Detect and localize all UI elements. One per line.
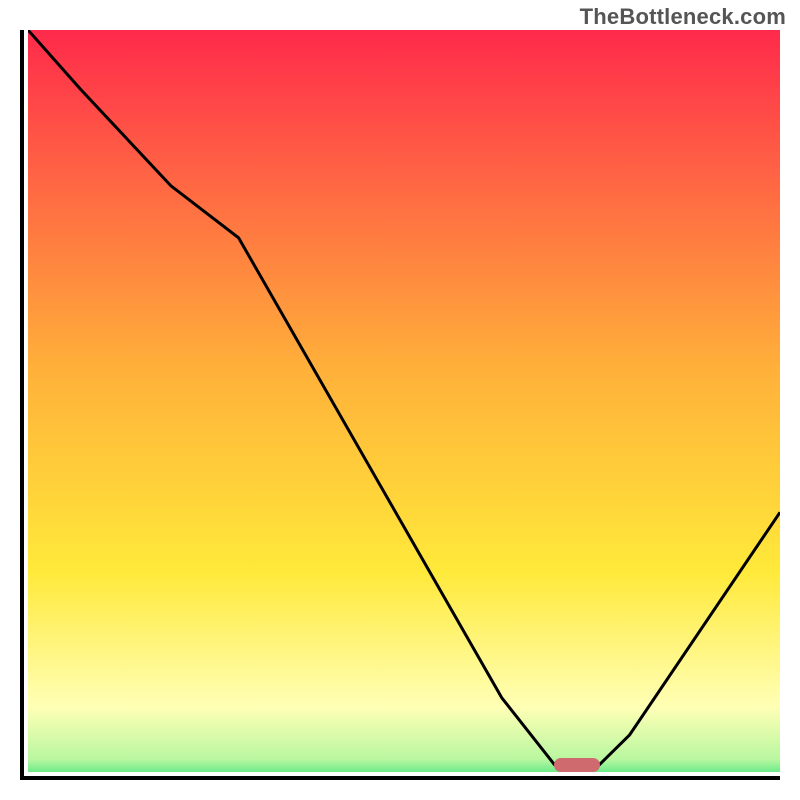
watermark-text: TheBottleneck.com: [580, 4, 786, 30]
optimal-marker: [554, 758, 600, 772]
chart-axes: [20, 30, 780, 780]
bottleneck-curve: [28, 30, 780, 772]
chart-plot-area: [28, 30, 780, 772]
